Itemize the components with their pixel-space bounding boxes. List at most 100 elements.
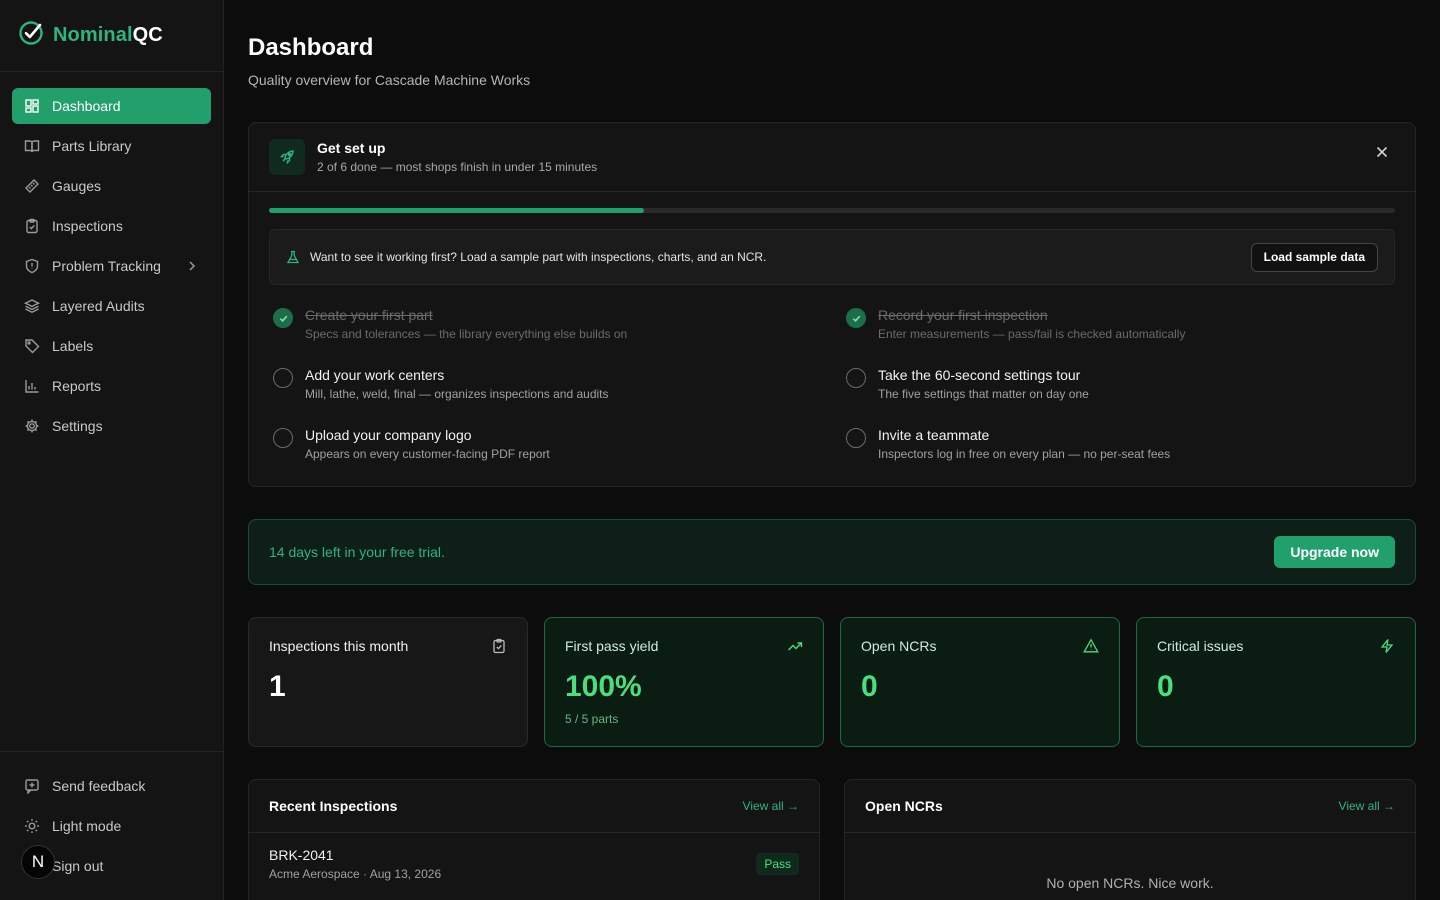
stat-label: Critical issues	[1157, 638, 1244, 654]
list-item[interactable]: BRK-2041 Acme Aerospace · Aug 13, 2026 P…	[249, 833, 819, 881]
task-description: Mill, lathe, weld, final — organizes ins…	[305, 387, 609, 401]
chevron-right-icon	[185, 259, 199, 273]
view-all-ncrs-link[interactable]: View all →	[1339, 799, 1395, 813]
sidebar-item-label: Send feedback	[52, 778, 146, 794]
setup-progress-fill	[269, 208, 644, 213]
empty-circle-icon[interactable]	[273, 368, 293, 388]
inspection-part: BRK-2041	[269, 847, 334, 863]
inspection-meta: Acme Aerospace · Aug 13, 2026	[269, 867, 442, 881]
setup-task[interactable]: Take the 60-second settings tour The five…	[846, 367, 1395, 407]
book-icon	[24, 138, 40, 154]
stat-card-first-pass-yield[interactable]: First pass yield 100% 5 / 5 parts	[544, 617, 824, 747]
bar-chart-icon	[24, 378, 40, 394]
setup-card: Get set up 2 of 6 done — most shops fini…	[248, 122, 1416, 487]
task-title: Upload your company logo	[305, 427, 472, 443]
page-title: Dashboard	[248, 34, 374, 61]
light-mode-toggle[interactable]: Light mode	[12, 808, 211, 844]
setup-progress-bar	[269, 208, 1395, 213]
setup-title: Get set up	[317, 140, 386, 156]
feedback-icon	[24, 778, 40, 794]
sidebar-item-labels[interactable]: Labels	[12, 328, 211, 364]
warning-icon	[1083, 638, 1099, 654]
avatar[interactable]: N	[21, 845, 55, 879]
setup-task[interactable]: Upload your company logo Appears on every…	[273, 427, 846, 467]
task-title: Invite a teammate	[878, 427, 990, 443]
load-sample-data-button[interactable]: Load sample data	[1250, 242, 1378, 272]
send-feedback-button[interactable]: Send feedback	[12, 768, 211, 804]
sidebar-item-label: Gauges	[52, 178, 102, 194]
stat-sub: 5 / 5 parts	[565, 712, 619, 726]
stat-label: First pass yield	[565, 638, 659, 654]
setup-header: Get set up 2 of 6 done — most shops fini…	[249, 123, 1415, 192]
empty-circle-icon[interactable]	[846, 428, 866, 448]
brand[interactable]: NominalQC	[0, 0, 223, 72]
setup-task[interactable]: Record your first inspection Enter measur…	[846, 307, 1395, 347]
setup-task[interactable]: Create your first part Specs and toleranc…	[273, 307, 846, 347]
sidebar-item-settings[interactable]: Settings	[12, 408, 211, 444]
clipboard-icon	[24, 218, 40, 234]
sun-icon	[24, 818, 40, 834]
sidebar: NominalQC Dashboard Parts Library Gauges…	[0, 0, 224, 900]
tag-icon	[24, 338, 40, 354]
open-ncrs-panel: Open NCRs View all → No open NCRs. Nice …	[844, 779, 1416, 900]
layers-icon	[24, 298, 40, 314]
sample-data-text: Want to see it working first? Load a sam…	[310, 250, 767, 264]
sidebar-item-label: Inspections	[52, 218, 123, 234]
panel-title: Recent Inspections	[269, 798, 398, 814]
brand-name-part-a: Nominal	[53, 24, 133, 46]
setup-task[interactable]: Invite a teammate Inspectors log in free …	[846, 427, 1395, 467]
empty-circle-icon[interactable]	[846, 368, 866, 388]
task-description: The five settings that matter on day one	[878, 387, 1089, 401]
sidebar-item-label: Labels	[52, 338, 94, 354]
sidebar-nav: Dashboard Parts Library Gauges Inspectio…	[0, 72, 223, 444]
close-icon[interactable]	[1373, 143, 1391, 161]
setup-task[interactable]: Add your work centers Mill, lathe, weld, …	[273, 367, 846, 407]
sample-data-banner: Want to see it working first? Load a sam…	[269, 229, 1395, 285]
shield-icon	[24, 258, 40, 274]
sidebar-item-label: Layered Audits	[52, 298, 145, 314]
check-circle-icon[interactable]	[273, 308, 293, 328]
sidebar-item-label: Parts Library	[52, 138, 132, 154]
logo-check-icon	[18, 20, 44, 51]
upgrade-now-button[interactable]: Upgrade now	[1274, 536, 1395, 568]
lightning-icon	[1379, 638, 1395, 654]
sidebar-item-reports[interactable]: Reports	[12, 368, 211, 404]
sidebar-item-label: Settings	[52, 418, 103, 434]
sidebar-item-gauges[interactable]: Gauges	[12, 168, 211, 204]
check-circle-icon[interactable]	[846, 308, 866, 328]
sidebar-item-label: Reports	[52, 378, 102, 394]
task-description: Appears on every customer-facing PDF rep…	[305, 447, 550, 461]
task-title: Add your work centers	[305, 367, 445, 383]
task-description: Inspectors log in free on every plan — n…	[878, 447, 1171, 461]
sidebar-item-dashboard[interactable]: Dashboard	[12, 88, 211, 124]
task-description: Specs and tolerances — the library every…	[305, 327, 628, 341]
main-content: Dashboard Quality overview for Cascade M…	[224, 0, 1440, 900]
panels-row: Recent Inspections View all → BRK-2041 A…	[248, 779, 1416, 900]
sidebar-item-problem-tracking[interactable]: Problem Tracking	[12, 248, 211, 284]
sidebar-item-inspections[interactable]: Inspections	[12, 208, 211, 244]
clipboard-check-icon	[491, 638, 507, 654]
task-description: Enter measurements — pass/fail is checke…	[878, 327, 1186, 341]
stat-card-inspections-month[interactable]: Inspections this month 1	[248, 617, 528, 747]
empty-circle-icon[interactable]	[273, 428, 293, 448]
brand-name: NominalQC	[53, 24, 163, 47]
panel-title: Open NCRs	[865, 798, 943, 814]
page-subtitle: Quality overview for Cascade Machine Wor…	[248, 72, 531, 88]
sidebar-item-label: Sign out	[52, 858, 104, 874]
stat-label: Inspections this month	[269, 638, 409, 654]
stat-card-open-ncrs[interactable]: Open NCRs 0	[840, 617, 1120, 747]
trending-up-icon	[787, 638, 803, 654]
sidebar-item-parts-library[interactable]: Parts Library	[12, 128, 211, 164]
setup-task-list: Create your first part Specs and toleranc…	[273, 307, 1395, 467]
sidebar-item-layered-audits[interactable]: Layered Audits	[12, 288, 211, 324]
dashboard-icon	[24, 98, 40, 114]
view-all-inspections-link[interactable]: View all →	[743, 799, 799, 813]
stat-label: Open NCRs	[861, 638, 937, 654]
stats-row: Inspections this month 1 First pass yiel…	[248, 617, 1416, 747]
flask-icon	[286, 250, 300, 264]
sidebar-item-label: Dashboard	[52, 98, 121, 114]
trial-text: 14 days left in your free trial.	[269, 544, 445, 560]
stat-card-critical-issues[interactable]: Critical issues 0	[1136, 617, 1416, 747]
task-title: Take the 60-second settings tour	[878, 367, 1081, 383]
rocket-icon	[269, 139, 305, 175]
